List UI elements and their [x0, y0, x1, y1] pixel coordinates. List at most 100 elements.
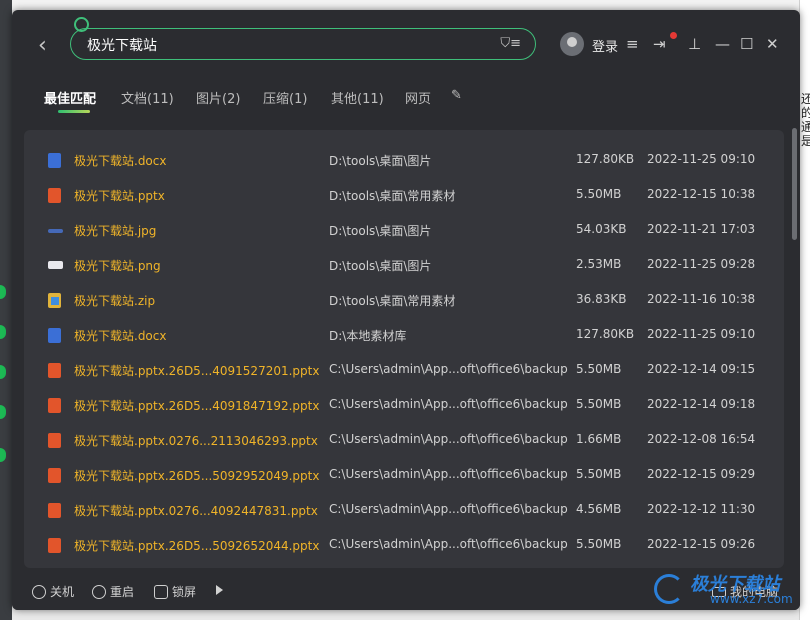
background-indicator [0, 405, 6, 419]
ppt-icon [48, 363, 61, 378]
lock-label: 锁屏 [172, 585, 197, 599]
word-icon [48, 153, 61, 168]
file-row[interactable]: 极光下载站.pptx.0276...4092447831.pptx C:\User… [24, 493, 784, 528]
ppt-icon [48, 468, 61, 483]
watermark-logo-icon [654, 574, 684, 604]
tab-images[interactable]: 图片(2) [196, 88, 240, 107]
file-name: 极光下载站.pptx.26D5...5092652044.pptx [74, 539, 320, 553]
background-app-sidebar [0, 0, 12, 620]
watermark-url: www.xz7.com [710, 592, 793, 606]
results-list: 极光下载站.docx D:\tools\桌面\图片 127.80KB 2022-11-… [24, 130, 784, 568]
file-row[interactable]: 极光下载站.pptx.26D5...5092652044.pptx C:\User… [24, 528, 784, 563]
file-modified-date: 2022-12-14 09:15 [647, 362, 756, 376]
jpg-icon [48, 229, 63, 233]
file-modified-date: 2022-11-25 09:10 [647, 152, 756, 166]
file-path: C:\Users\admin\App...oft\office6\backup [329, 502, 568, 516]
file-modified-date: 2022-12-15 10:38 [647, 187, 756, 201]
file-size: 36.83KB [576, 292, 627, 306]
file-row[interactable]: 极光下载站.pptx D:\tools\桌面\常用素材 5.50MB 2022-12-… [24, 178, 784, 213]
ppt-icon [48, 188, 61, 203]
file-row[interactable]: 极光下载站.docx D:\tools\桌面\图片 127.80KB 2022-11-… [24, 143, 784, 178]
background-text: 还 [801, 92, 810, 106]
search-box[interactable]: ⛉≡ [70, 17, 536, 60]
scrollbar[interactable] [792, 128, 797, 240]
file-size: 54.03KB [576, 222, 627, 236]
avatar[interactable] [560, 32, 584, 56]
file-modified-date: 2022-11-25 09:10 [647, 327, 756, 341]
minimize-icon[interactable]: — [715, 35, 730, 53]
background-desktop-top [12, 0, 800, 10]
file-modified-date: 2022-12-15 09:26 [647, 537, 756, 551]
back-button[interactable]: ‹ [38, 34, 47, 58]
file-path: C:\Users\admin\App...oft\office6\backup [329, 397, 568, 411]
file-row[interactable]: 极光下载站.pptx.26D5...4091847192.pptx C:\User… [24, 388, 784, 423]
zip-icon [48, 293, 61, 308]
file-modified-date: 2022-12-14 09:18 [647, 397, 756, 411]
tab-other[interactable]: 其他(11) [331, 88, 384, 107]
file-path: C:\Users\admin\App...oft\office6\backup [329, 432, 568, 446]
file-row[interactable]: 极光下载站.pptx.0276...2113046293.pptx C:\User… [24, 423, 784, 458]
search-icon [74, 17, 89, 32]
background-indicator [0, 365, 6, 379]
file-path: C:\Users\admin\App...oft\office6\backup [329, 467, 568, 481]
file-path: C:\Users\admin\App...oft\office6\backup [329, 537, 568, 551]
file-name: 极光下载站.docx [74, 154, 167, 168]
restart-button[interactable]: 重启 [92, 583, 134, 600]
background-text: 通 [801, 120, 810, 134]
file-size: 4.56MB [576, 502, 622, 516]
file-row[interactable]: 极光下载站.png D:\tools\桌面\图片 2.53MB 2022-11-25 … [24, 248, 784, 283]
file-size: 5.50MB [576, 397, 622, 411]
file-name: 极光下载站.pptx.0276...2113046293.pptx [74, 434, 318, 448]
file-row[interactable]: 极光下载站.pptx.26D5...5092952049.pptx C:\User… [24, 458, 784, 493]
background-text: 是 [801, 134, 810, 148]
file-size: 5.50MB [576, 362, 622, 376]
background-document-edge: 还 的 通 是 [799, 0, 810, 620]
watermark: 极光下载站 www.xz7.com [654, 568, 804, 614]
tab-web[interactable]: 网页 [405, 88, 431, 107]
file-size: 5.50MB [576, 467, 622, 481]
active-tab-indicator [58, 110, 90, 113]
ppt-icon [48, 433, 61, 448]
shutdown-label: 关机 [50, 585, 75, 599]
file-modified-date: 2022-11-25 09:28 [647, 257, 756, 271]
lock-screen-button[interactable]: 锁屏 [154, 583, 196, 600]
search-input[interactable] [85, 33, 489, 57]
tab-best-match[interactable]: 最佳匹配 [44, 88, 96, 107]
restart-icon [92, 585, 106, 599]
maximize-icon[interactable]: ☐ [740, 35, 753, 53]
file-row[interactable]: 极光下载站.jpg D:\tools\桌面\图片 54.03KB 2022-11-21… [24, 213, 784, 248]
file-modified-date: 2022-11-16 10:38 [647, 292, 756, 306]
file-path: D:\本地素材库 [329, 329, 407, 343]
edit-tabs-icon[interactable]: ✎ [451, 88, 462, 103]
file-size: 1.66MB [576, 432, 622, 446]
dock-toggle-icon[interactable]: ⇥ [653, 35, 666, 53]
more-actions-icon[interactable] [216, 585, 223, 595]
menu-icon[interactable]: ≡ [626, 35, 639, 53]
file-name: 极光下载站.pptx.26D5...4091847192.pptx [74, 399, 320, 413]
file-path: D:\tools\桌面\常用素材 [329, 294, 456, 308]
close-icon[interactable]: ✕ [766, 35, 779, 53]
file-modified-date: 2022-12-12 11:30 [647, 502, 756, 516]
file-size: 127.80KB [576, 327, 635, 341]
power-icon [32, 585, 46, 599]
ppt-icon [48, 538, 61, 553]
file-path: D:\tools\桌面\图片 [329, 259, 432, 273]
word-icon [48, 328, 61, 343]
search-window: ‹ ⛉≡ 登录 ≡ ⇥ ⊥ — ☐ ✕ 最佳匹配 文档(11) 图片(2) 压缩… [12, 10, 800, 610]
file-name: 极光下载站.docx [74, 329, 167, 343]
login-button[interactable]: 登录 [592, 36, 618, 55]
lock-icon [154, 585, 168, 599]
file-row[interactable]: 极光下载站.docx D:\本地素材库 127.80KB 2022-11-25 09:… [24, 318, 784, 353]
file-row[interactable]: 极光下载站.pptx.26D5...4091527201.pptx C:\User… [24, 353, 784, 388]
file-path: D:\tools\桌面\图片 [329, 154, 432, 168]
pin-icon[interactable]: ⊥ [688, 35, 701, 53]
tab-documents[interactable]: 文档(11) [121, 88, 174, 107]
file-row[interactable]: 极光下载站.zip D:\tools\桌面\常用素材 36.83KB 2022-11-… [24, 283, 784, 318]
png-icon [48, 261, 63, 269]
file-size: 127.80KB [576, 152, 635, 166]
tab-archives[interactable]: 压缩(1) [263, 88, 307, 107]
file-name: 极光下载站.pptx [74, 189, 165, 203]
shutdown-button[interactable]: 关机 [32, 583, 74, 600]
file-name: 极光下载站.png [74, 259, 161, 273]
filter-icon[interactable]: ⛉≡ [500, 36, 521, 51]
